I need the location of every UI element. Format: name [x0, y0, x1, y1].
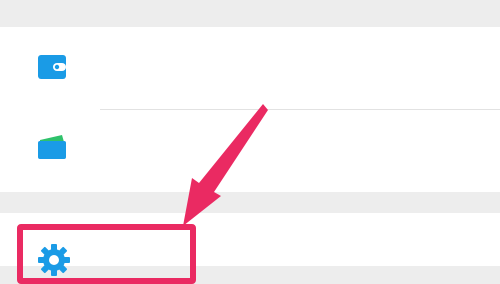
menu-item-wallet[interactable] — [0, 27, 500, 109]
menu-group-primary — [0, 27, 500, 192]
top-spacer — [0, 0, 500, 27]
annotation-highlight-box — [17, 224, 196, 284]
menu-item-card-holder[interactable] — [0, 110, 500, 192]
card-holder-icon — [38, 135, 66, 159]
wallet-icon — [38, 55, 66, 79]
